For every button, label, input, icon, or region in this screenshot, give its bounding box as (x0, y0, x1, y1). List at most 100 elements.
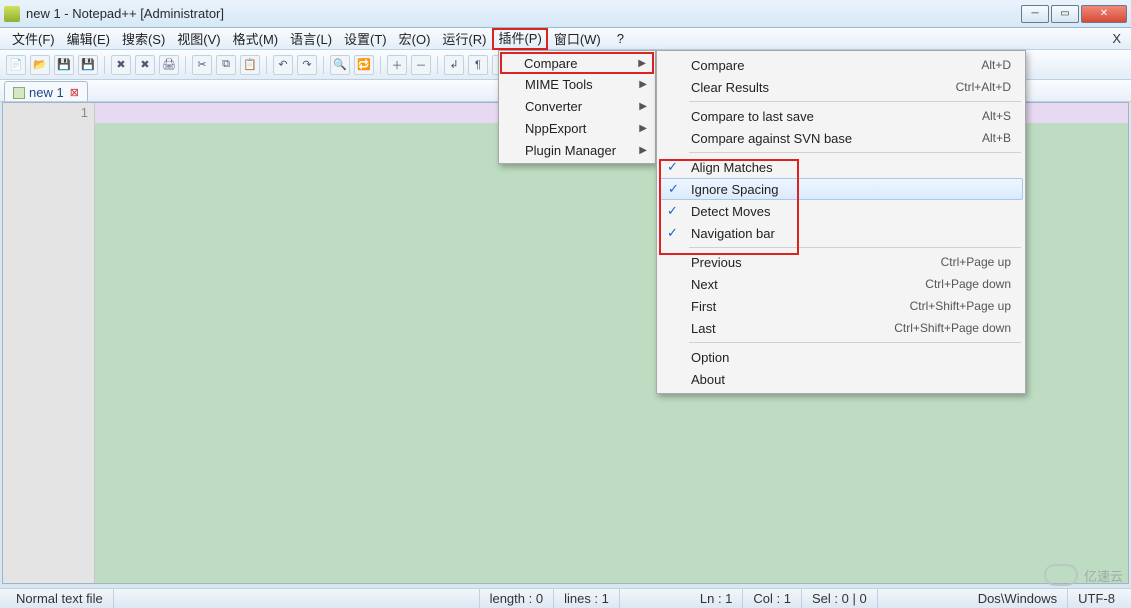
status-col: Col : 1 (743, 589, 802, 608)
tab-close-icon[interactable]: ⊠ (70, 86, 79, 99)
close-all-icon[interactable]: ✖ (135, 55, 155, 75)
cut-icon[interactable]: ✂ (192, 55, 212, 75)
compare-menu: CompareAlt+D Clear ResultsCtrl+Alt+D Com… (656, 50, 1026, 394)
submenu-arrow-icon: ▶ (639, 79, 647, 90)
submenu-arrow-icon: ▶ (639, 101, 647, 112)
status-filetype: Normal text file (6, 589, 114, 608)
compare-clear-results[interactable]: Clear ResultsCtrl+Alt+D (659, 76, 1023, 98)
show-chars-icon[interactable]: ¶ (468, 55, 488, 75)
line-number: 1 (3, 105, 88, 120)
copy-icon[interactable]: ⧉ (216, 55, 236, 75)
titlebar: new 1 - Notepad++ [Administrator] ─ ▭ ✕ (0, 0, 1131, 28)
file-tab-icon (13, 87, 25, 99)
menubar: 文件(F) 编辑(E) 搜索(S) 视图(V) 格式(M) 语言(L) 设置(T… (0, 28, 1131, 50)
compare-detect-moves[interactable]: ✓Detect Moves (659, 200, 1023, 222)
compare-about[interactable]: About (659, 368, 1023, 390)
watermark-text: 亿速云 (1084, 566, 1123, 585)
menu-separator (689, 247, 1021, 248)
menu-separator (689, 101, 1021, 102)
compare-compare[interactable]: CompareAlt+D (659, 54, 1023, 76)
compare-option[interactable]: Option (659, 346, 1023, 368)
compare-svn-base[interactable]: Compare against SVN baseAlt+B (659, 127, 1023, 149)
menu-run[interactable]: 运行(R) (436, 27, 492, 50)
plugins-plugin-manager[interactable]: Plugin Manager ▶ (501, 139, 653, 161)
check-icon: ✓ (667, 203, 678, 219)
close-button[interactable]: ✕ (1081, 5, 1127, 23)
separator (380, 56, 381, 74)
paste-icon[interactable]: 📋 (240, 55, 260, 75)
wrap-icon[interactable]: ↲ (444, 55, 464, 75)
minimize-button[interactable]: ─ (1021, 5, 1049, 23)
print-icon[interactable]: 🖨 (159, 55, 179, 75)
menu-macro[interactable]: 宏(O) (393, 27, 437, 50)
line-gutter: 1 (3, 103, 95, 583)
file-tab-label: new 1 (29, 85, 64, 100)
save-icon[interactable]: 💾 (54, 55, 74, 75)
compare-first[interactable]: FirstCtrl+Shift+Page up (659, 295, 1023, 317)
compare-align-matches[interactable]: ✓Align Matches (659, 156, 1023, 178)
menu-label: Plugin Manager (525, 143, 616, 158)
menu-separator (689, 342, 1021, 343)
save-all-icon[interactable]: 💾 (78, 55, 98, 75)
check-icon: ✓ (667, 225, 678, 241)
status-sel: Sel : 0 | 0 (802, 589, 878, 608)
compare-navigation-bar[interactable]: ✓Navigation bar (659, 222, 1023, 244)
app-icon (4, 6, 20, 22)
menu-view[interactable]: 视图(V) (171, 27, 226, 50)
compare-last[interactable]: LastCtrl+Shift+Page down (659, 317, 1023, 339)
status-ln: Ln : 1 (690, 589, 744, 608)
menu-plugins[interactable]: 插件(P) (492, 28, 547, 50)
separator (185, 56, 186, 74)
cloud-icon (1044, 564, 1078, 586)
compare-last-save[interactable]: Compare to last saveAlt+S (659, 105, 1023, 127)
menu-label: Compare (524, 56, 577, 71)
separator (104, 56, 105, 74)
redo-icon[interactable]: ↷ (297, 55, 317, 75)
status-eol: Dos\Windows (968, 589, 1068, 608)
check-icon: ✓ (668, 181, 679, 197)
open-file-icon[interactable]: 📂 (30, 55, 50, 75)
menu-help[interactable]: ? (611, 29, 630, 48)
submenu-arrow-icon: ▶ (639, 145, 647, 156)
check-icon: ✓ (667, 159, 678, 175)
find-icon[interactable]: 🔍 (330, 55, 350, 75)
menu-separator (689, 152, 1021, 153)
compare-next[interactable]: NextCtrl+Page down (659, 273, 1023, 295)
menu-file[interactable]: 文件(F) (6, 27, 61, 50)
plugins-nppexport[interactable]: NppExport ▶ (501, 117, 653, 139)
compare-previous[interactable]: PreviousCtrl+Page up (659, 251, 1023, 273)
menu-search[interactable]: 搜索(S) (116, 27, 171, 50)
window-buttons: ─ ▭ ✕ (1019, 5, 1127, 23)
new-file-icon[interactable]: 📄 (6, 55, 26, 75)
plugins-converter[interactable]: Converter ▶ (501, 95, 653, 117)
file-tab[interactable]: new 1 ⊠ (4, 81, 88, 101)
zoom-out-icon[interactable]: － (411, 55, 431, 75)
menu-edit[interactable]: 编辑(E) (61, 27, 116, 50)
menu-format[interactable]: 格式(M) (227, 27, 285, 50)
menu-settings[interactable]: 设置(T) (338, 27, 393, 50)
watermark: 亿速云 (1044, 564, 1123, 586)
plugins-compare[interactable]: Compare ▶ (500, 52, 654, 74)
statusbar: Normal text file length : 0 lines : 1 Ln… (0, 588, 1131, 608)
close-file-icon[interactable]: ✖ (111, 55, 131, 75)
plugins-menu: Compare ▶ MIME Tools ▶ Converter ▶ NppEx… (498, 50, 656, 164)
status-encoding: UTF-8 (1068, 589, 1125, 608)
menubar-close-icon[interactable]: X (1112, 31, 1121, 46)
menu-language[interactable]: 语言(L) (284, 27, 338, 50)
submenu-arrow-icon: ▶ (638, 58, 646, 69)
separator (437, 56, 438, 74)
zoom-in-icon[interactable]: ＋ (387, 55, 407, 75)
separator (266, 56, 267, 74)
separator (323, 56, 324, 74)
menu-window[interactable]: 窗口(W) (548, 27, 607, 50)
maximize-button[interactable]: ▭ (1051, 5, 1079, 23)
compare-ignore-spacing[interactable]: ✓Ignore Spacing (659, 178, 1023, 200)
status-length: length : 0 (480, 589, 555, 608)
replace-icon[interactable]: 🔁 (354, 55, 374, 75)
menu-label: MIME Tools (525, 77, 593, 92)
undo-icon[interactable]: ↶ (273, 55, 293, 75)
window-title: new 1 - Notepad++ [Administrator] (26, 6, 1019, 21)
status-spacer (114, 589, 480, 608)
menu-label: NppExport (525, 121, 586, 136)
plugins-mime-tools[interactable]: MIME Tools ▶ (501, 73, 653, 95)
